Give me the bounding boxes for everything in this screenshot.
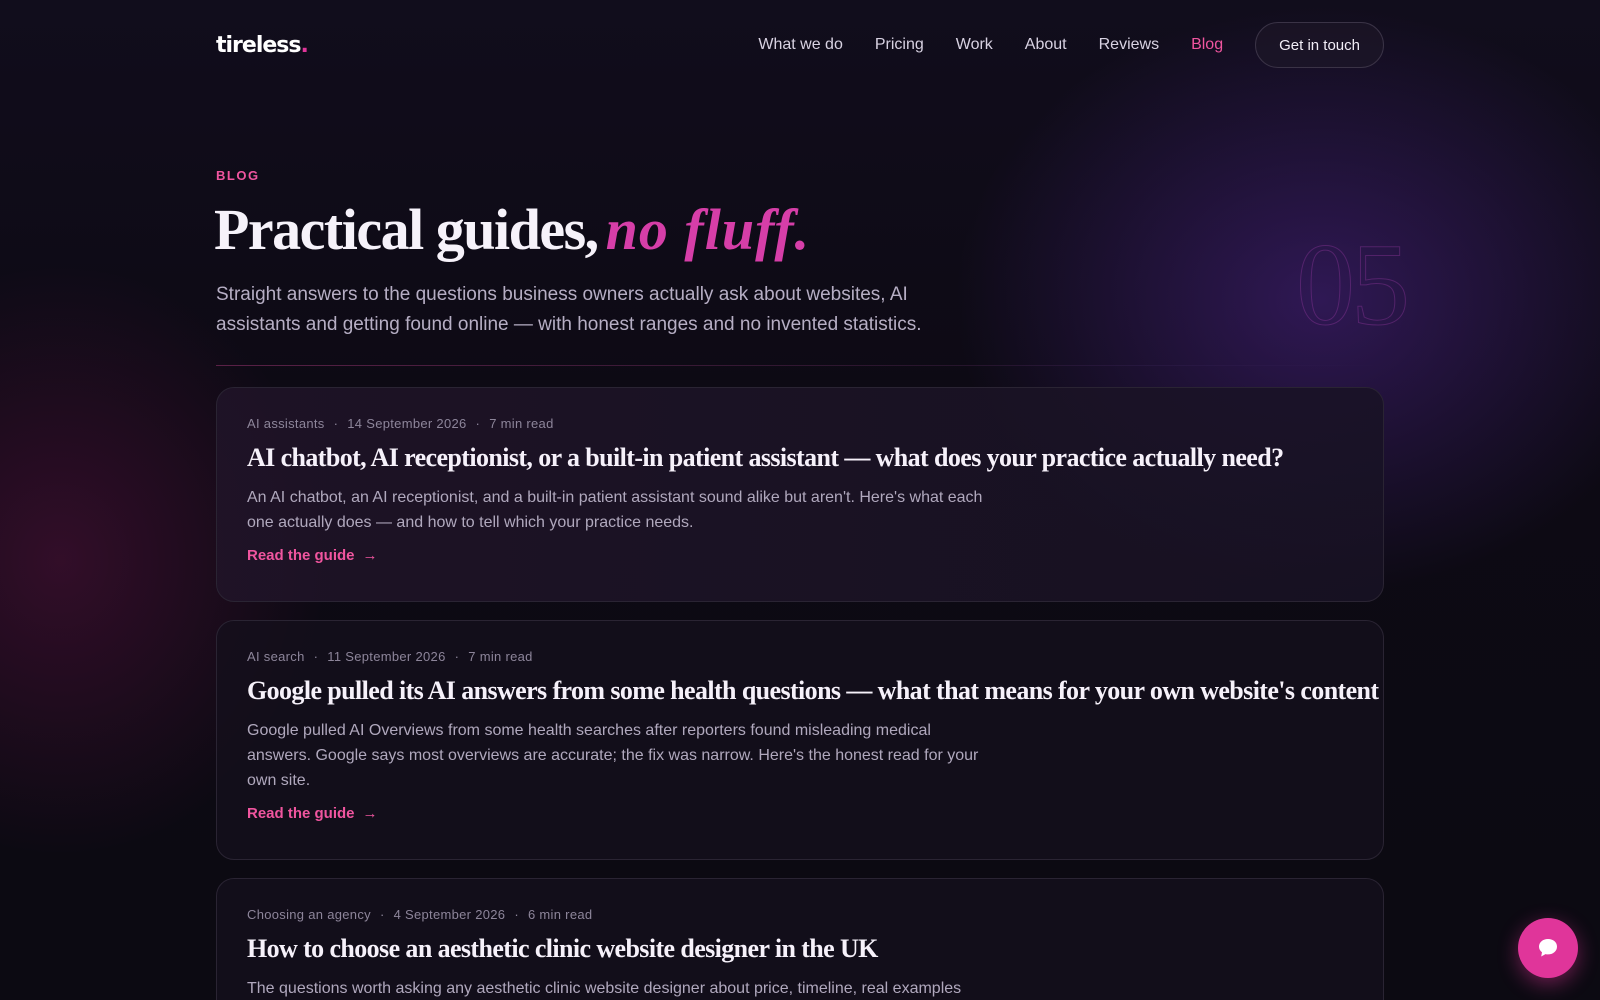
get-in-touch-button[interactable]: Get in touch (1255, 22, 1384, 68)
logo[interactable]: tireless. (216, 32, 309, 58)
nav-item-blog[interactable]: Blog (1191, 36, 1223, 54)
page-title: Practical guides, no fluff. (214, 196, 810, 263)
arrow-right-icon: → (362, 547, 378, 564)
arrow-right-icon: → (362, 805, 378, 822)
post-category: AI search (247, 649, 305, 664)
post-count-decoration: 05 (1296, 219, 1411, 350)
post-title[interactable]: How to choose an aesthetic clinic websit… (247, 934, 1353, 964)
post-card[interactable]: AI assistants · 14 September 2026 · 7 mi… (216, 387, 1384, 602)
read-guide-label: Read the guide (247, 547, 355, 564)
site-header: tireless. What we do Pricing Work About … (216, 21, 1384, 69)
post-excerpt: Google pulled AI Overviews from some hea… (247, 722, 979, 789)
nav-item-pricing[interactable]: Pricing (875, 36, 924, 54)
logo-dot: . (300, 32, 308, 58)
post-meta: AI search · 11 September 2026 · 7 min re… (247, 649, 1353, 664)
read-guide-link[interactable]: Read the guide → (247, 805, 378, 822)
post-title[interactable]: AI chatbot, AI receptionist, or a built-… (247, 443, 1353, 473)
chat-bubble-icon (1539, 939, 1557, 957)
meta-separator: · (333, 416, 339, 431)
nav-item-about[interactable]: About (1025, 36, 1067, 54)
post-read-time: 7 min read (468, 649, 533, 664)
nav-item-reviews[interactable]: Reviews (1099, 36, 1159, 54)
meta-separator: · (454, 649, 460, 664)
chat-button[interactable] (1518, 918, 1578, 978)
post-card[interactable]: Choosing an agency · 4 September 2026 · … (216, 878, 1384, 1000)
main-nav: What we do Pricing Work About Reviews Bl… (726, 22, 1384, 68)
hero-divider (216, 365, 1384, 366)
post-category: Choosing an agency (247, 907, 371, 922)
post-date: 14 September 2026 (347, 416, 467, 431)
post-excerpt: An AI chatbot, an AI receptionist, and a… (247, 489, 983, 531)
meta-separator: · (379, 907, 385, 922)
post-excerpt: The questions worth asking any aesthetic… (247, 980, 962, 997)
post-card[interactable]: AI search · 11 September 2026 · 7 min re… (216, 620, 1384, 860)
post-meta: AI assistants · 14 September 2026 · 7 mi… (247, 416, 1353, 431)
page: tireless. What we do Pricing Work About … (0, 0, 1600, 1000)
post-date: 4 September 2026 (393, 907, 506, 922)
read-guide-label: Read the guide (247, 805, 355, 822)
post-read-time: 7 min read (489, 416, 554, 431)
post-category: AI assistants (247, 416, 325, 431)
meta-separator: · (514, 907, 519, 922)
read-guide-link[interactable]: Read the guide → (247, 547, 378, 564)
page-title-main: Practical guides, (214, 197, 599, 262)
nav-item-what-we-do[interactable]: What we do (758, 36, 842, 54)
post-meta: Choosing an agency · 4 September 2026 · … (247, 907, 1353, 922)
post-date: 11 September 2026 (327, 649, 446, 664)
nav-item-work[interactable]: Work (956, 36, 993, 54)
logo-text: tireless (216, 32, 301, 58)
page-title-accent: no fluff. (605, 197, 811, 262)
section-eyebrow: BLOG (216, 168, 260, 183)
page-subtitle: Straight answers to the questions busine… (216, 284, 922, 335)
post-title[interactable]: Google pulled its AI answers from some h… (247, 676, 1379, 706)
meta-separator: · (313, 649, 319, 664)
post-read-time: 6 min read (527, 907, 593, 922)
meta-separator: · (475, 416, 481, 431)
